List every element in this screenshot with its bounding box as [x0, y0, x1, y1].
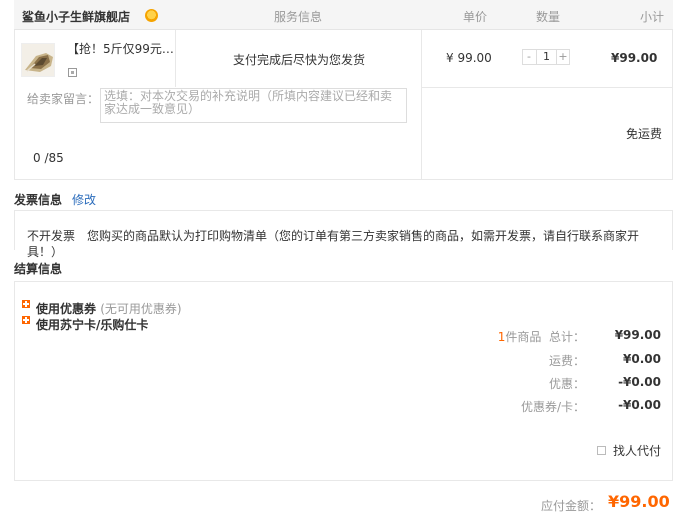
items-total-label: 1件商品 总计：: [498, 328, 585, 345]
divider: [175, 30, 176, 87]
invoice-text: 不开发票 您购买的商品默认为打印购物清单（您的订单有第三方卖家销售的商品，如需开…: [27, 229, 640, 259]
quantity-stepper: - 1 +: [522, 49, 570, 65]
payable-label: 应付金额：: [541, 499, 602, 513]
expand-plus-icon[interactable]: [22, 300, 30, 308]
quantity-increase-button[interactable]: +: [557, 50, 569, 64]
discount-label: 优惠：: [548, 377, 585, 391]
unit-price: ¥ 99.00: [446, 51, 492, 65]
column-service: 服务信息: [274, 10, 323, 24]
divider: [421, 87, 673, 88]
discount-value: -¥0.00: [618, 375, 661, 389]
shipping-note: 支付完成后尽快为您发货: [233, 53, 366, 67]
item-subtotal: ¥99.00: [611, 51, 658, 65]
service-icon: [68, 68, 77, 77]
column-unit-price: 单价: [463, 10, 488, 24]
agent-pay-checkbox[interactable]: [597, 446, 606, 455]
use-coupon-label: 使用优惠券: [36, 302, 97, 316]
seller-message-input[interactable]: [100, 88, 407, 123]
product-thumbnail[interactable]: [21, 43, 55, 77]
use-coupon-option[interactable]: 使用优惠券 (无可用优惠券): [36, 300, 182, 317]
shipping-fee: 免运费: [626, 127, 663, 141]
message-char-count: 0 /85: [33, 151, 64, 165]
divider: [421, 30, 422, 180]
total-label: 总计：: [548, 330, 585, 344]
use-card-label[interactable]: 使用苏宁卡/乐购仕卡: [36, 316, 148, 333]
invoice-title: 发票信息: [14, 193, 63, 207]
coupon-card-label: 优惠券/卡：: [520, 400, 585, 414]
coupon-card-value: -¥0.00: [618, 398, 661, 412]
expand-plus-icon[interactable]: [22, 316, 30, 324]
items-suffix: 件商品: [505, 330, 542, 344]
quantity-value[interactable]: 1: [536, 50, 557, 64]
product-title[interactable]: 【抢！5斤仅99元…: [67, 40, 175, 57]
freight-value: ¥0.00: [623, 352, 661, 366]
store-name[interactable]: 鲨鱼小子生鲜旗舰店: [22, 8, 130, 25]
quantity-decrease-button[interactable]: -: [523, 50, 535, 64]
column-subtotal: 小计: [640, 10, 665, 24]
coupon-note: (无可用优惠券): [100, 302, 182, 316]
invoice-edit-link[interactable]: 修改: [72, 191, 96, 208]
medal-icon: [145, 9, 158, 22]
freight-label: 运费：: [548, 354, 585, 368]
column-quantity: 数量: [536, 10, 561, 24]
agent-pay-label[interactable]: 找人代付: [613, 442, 661, 459]
order-header: 鲨鱼小子生鲜旗舰店: [14, 0, 673, 30]
settlement-title: 结算信息: [14, 262, 63, 276]
total-value: ¥99.00: [614, 328, 661, 342]
payable-amount: ¥99.00: [608, 492, 670, 511]
message-label: 给卖家留言：: [27, 92, 100, 106]
